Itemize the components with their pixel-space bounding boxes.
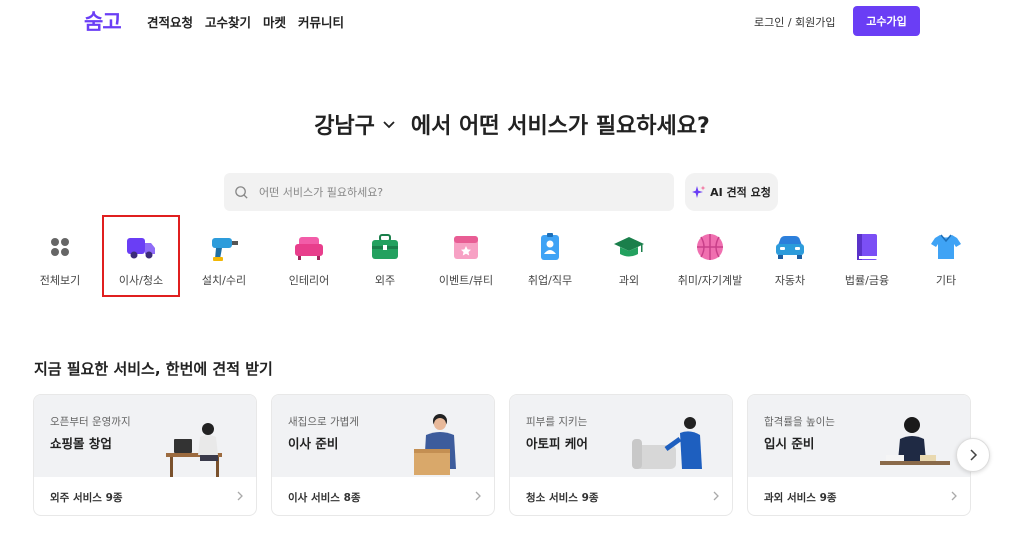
top-header: 숨고 견적요청 고수찾기 마켓 커뮤니티 로그인 / 회원가입 고수가입	[0, 0, 1024, 42]
card-subtitle: 합격률을 높이는	[764, 416, 835, 428]
category-legal-finance[interactable]: 법률/금융	[827, 228, 907, 288]
id-badge-icon	[541, 233, 559, 260]
category-label: 취미/자기계발	[677, 274, 743, 287]
card-title: 쇼핑몰 창업	[50, 436, 112, 451]
ai-quote-label: AI 견적 요청	[710, 186, 771, 199]
service-card[interactable]: 피부를 지키는 아토피 케어 청소 서비스 9종	[509, 394, 733, 516]
nav-item-quote-request[interactable]: 견적요청	[147, 12, 193, 31]
service-card[interactable]: 새집으로 가볍게 이사 준비 이사 서비스 8종	[271, 394, 495, 516]
card-subtitle: 오픈부터 운영까지	[50, 416, 131, 428]
search-input[interactable]	[259, 185, 639, 199]
category-interior[interactable]: 인테리어	[269, 228, 349, 288]
card-footer: 이사 서비스 8종	[288, 492, 361, 504]
service-card[interactable]: 합격률을 높이는 입시 준비 과외 서비스 9종	[747, 394, 971, 516]
ai-quote-button[interactable]: AI 견적 요청	[685, 173, 778, 211]
category-label: 인테리어	[288, 274, 330, 287]
graduation-cap-icon	[614, 237, 644, 257]
category-tutoring[interactable]: 과외	[589, 228, 669, 288]
chevron-right-icon	[713, 491, 719, 501]
category-event-beauty[interactable]: 이벤트/뷰티	[426, 228, 506, 288]
mover-with-box-illustration	[414, 414, 456, 475]
nav-item-community[interactable]: 커뮤니티	[298, 12, 344, 31]
card-title: 아토피 케어	[526, 436, 588, 451]
category-label: 외주	[374, 274, 396, 287]
card-subtitle: 피부를 지키는	[526, 416, 588, 428]
card-title: 이사 준비	[288, 436, 339, 451]
category-all[interactable]: 전체보기	[20, 228, 100, 288]
pro-join-button[interactable]: 고수가입	[853, 6, 920, 36]
chevron-right-icon	[237, 491, 243, 501]
chevron-down-icon	[383, 121, 395, 129]
category-hobby[interactable]: 취미/자기계발	[670, 228, 750, 288]
search-bar	[224, 173, 674, 211]
cleaner-with-sofa-illustration	[632, 417, 702, 469]
basketball-icon	[697, 234, 723, 260]
category-label: 취업/직무	[527, 274, 573, 287]
hero-question: 에서 어떤 서비스가 필요하세요?	[410, 114, 710, 139]
category-outsourcing[interactable]: 외주	[345, 228, 425, 288]
search-icon	[235, 185, 248, 199]
carousel-next-button[interactable]	[956, 438, 990, 472]
briefcase-icon	[372, 234, 398, 259]
hero-heading: 강남구 에서 어떤 서비스가 필요하세요?	[0, 108, 1024, 140]
nav-item-market[interactable]: 마켓	[263, 12, 286, 31]
category-install-repair[interactable]: 설치/수리	[184, 228, 264, 288]
calendar-icon	[454, 236, 478, 259]
nav-item-find-pros[interactable]: 고수찾기	[205, 12, 251, 31]
chevron-right-icon	[951, 491, 957, 501]
main-nav: 견적요청 고수찾기 마켓 커뮤니티	[147, 12, 344, 31]
card-subtitle: 새집으로 가볍게	[288, 416, 359, 428]
sofa-icon	[295, 237, 323, 260]
drill-icon	[212, 238, 238, 261]
card-footer: 외주 서비스 9종	[50, 492, 123, 504]
car-icon	[776, 236, 804, 259]
sparkle-icon	[692, 185, 706, 198]
category-label: 설치/수리	[201, 274, 247, 287]
category-car[interactable]: 자동차	[750, 228, 830, 288]
category-label: 기타	[935, 274, 957, 287]
category-label: 이벤트/뷰티	[438, 274, 494, 287]
grid-icon	[51, 238, 69, 256]
chevron-right-icon	[970, 449, 978, 461]
shirt-icon	[931, 234, 961, 259]
logo[interactable]: 숨고	[84, 6, 122, 36]
category-label: 법률/금융	[844, 274, 890, 287]
chevron-right-icon	[475, 491, 481, 501]
category-label: 자동차	[774, 274, 806, 287]
card-footer: 청소 서비스 9종	[526, 492, 599, 504]
category-label: 과외	[618, 274, 640, 287]
student-studying-illustration	[880, 417, 950, 465]
section-title: 지금 필요한 서비스, 한번에 견적 받기	[34, 360, 273, 378]
person-at-laptop-illustration	[166, 423, 222, 477]
card-footer: 과외 서비스 9종	[764, 492, 837, 504]
region-label: 강남구	[314, 114, 375, 139]
service-card[interactable]: 오픈부터 운영까지 쇼핑몰 창업 외주 서비스 9종	[33, 394, 257, 516]
login-signup-link[interactable]: 로그인 / 회원가입	[754, 14, 836, 30]
category-label: 전체보기	[39, 274, 81, 287]
selected-category-highlight	[102, 215, 180, 297]
card-title: 입시 준비	[764, 436, 815, 451]
book-icon	[857, 234, 877, 260]
region-selector[interactable]: 강남구	[314, 108, 397, 140]
category-job[interactable]: 취업/직무	[510, 228, 590, 288]
category-etc[interactable]: 기타	[906, 228, 986, 288]
